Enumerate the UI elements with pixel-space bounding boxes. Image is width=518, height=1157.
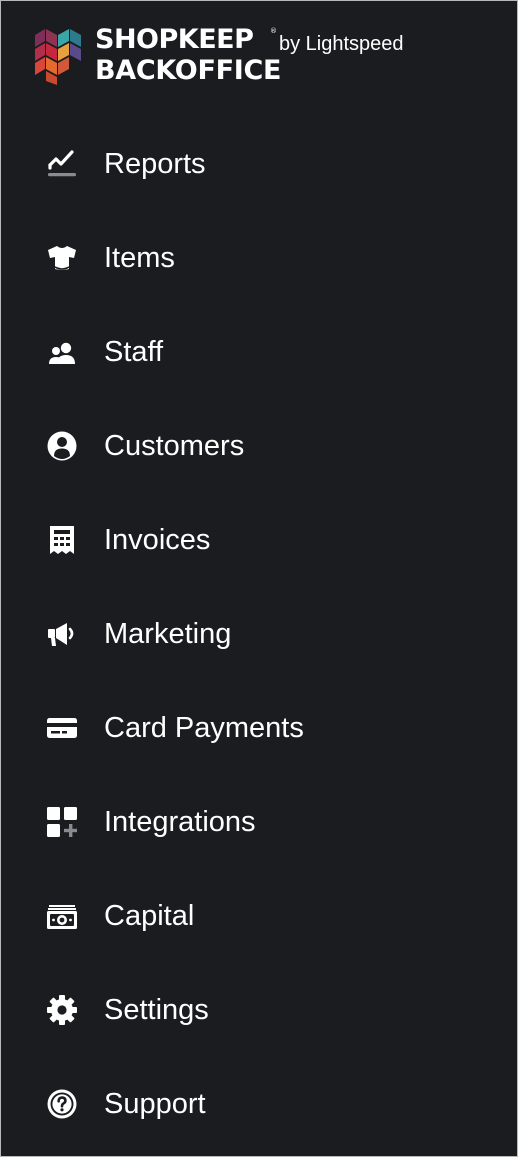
- nav-item-label: Items: [104, 242, 175, 274]
- nav-item-label: Settings: [104, 994, 209, 1026]
- shopkeep-logo[interactable]: SHOPKEEP ® by Lightspeed BACKOFFICE: [33, 25, 433, 89]
- nav-item-integrations[interactable]: Integrations: [1, 775, 517, 869]
- nav-item-settings[interactable]: Settings: [1, 963, 517, 1057]
- megaphone-icon: [46, 618, 78, 650]
- credit-card-icon: [46, 712, 78, 744]
- nav-item-items[interactable]: Items: [1, 211, 517, 305]
- user-circle-icon: [46, 430, 78, 462]
- nav-item-label: Card Payments: [104, 712, 304, 744]
- gear-icon: [46, 994, 78, 1026]
- logo-registered-mark: ®: [270, 27, 277, 35]
- logo-by-lightspeed: by Lightspeed: [279, 33, 404, 55]
- nav-item-reports[interactable]: Reports: [1, 117, 517, 211]
- nav-item-label: Invoices: [104, 524, 211, 556]
- users-icon: [46, 336, 78, 368]
- nav-item-label: Support: [104, 1088, 206, 1120]
- nav-item-invoices[interactable]: Invoices: [1, 493, 517, 587]
- nav-item-staff[interactable]: Staff: [1, 305, 517, 399]
- nav-item-support[interactable]: Support: [1, 1057, 517, 1151]
- nav-item-label: Marketing: [104, 618, 232, 650]
- money-bill-icon: [46, 900, 78, 932]
- backoffice-sidebar: SHOPKEEP ® by Lightspeed BACKOFFICE Repo…: [0, 0, 518, 1157]
- nav-item-marketing[interactable]: Marketing: [1, 587, 517, 681]
- nav-item-label: Capital: [104, 900, 195, 932]
- nav-item-label: Integrations: [104, 806, 256, 838]
- tshirt-icon: [46, 242, 78, 274]
- question-circle-icon: [46, 1088, 78, 1120]
- nav-item-card-payments[interactable]: Card Payments: [1, 681, 517, 775]
- nav-item-capital[interactable]: Capital: [1, 869, 517, 963]
- grid-plus-icon: [46, 806, 78, 838]
- logo-wordmark-shopkeep: SHOPKEEP: [95, 24, 254, 55]
- nav-item-label: Customers: [104, 430, 245, 462]
- nav-item-label: Staff: [104, 336, 164, 368]
- reports-chart-icon: [46, 148, 78, 180]
- nav-item-label: Reports: [104, 148, 206, 180]
- shopkeep-logo-mark-icon: [35, 29, 81, 85]
- nav-item-customers[interactable]: Customers: [1, 399, 517, 493]
- main-navigation: Reports Items Staff Customers Invoices M…: [1, 117, 517, 1151]
- logo-wordmark-backoffice: BACKOFFICE: [95, 55, 282, 86]
- receipt-icon: [46, 524, 78, 556]
